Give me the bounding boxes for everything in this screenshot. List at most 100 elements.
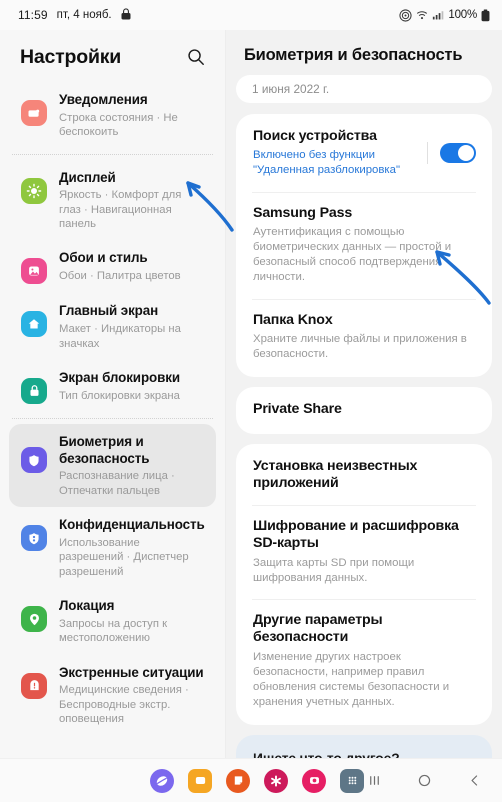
notes-icon[interactable] bbox=[226, 768, 250, 793]
sidebar-item-notifications[interactable]: Уведомления Строка состояния · Не беспоко… bbox=[9, 82, 216, 149]
row-subtitle: Изменение других настроек безопасности, … bbox=[253, 650, 450, 709]
sidebar-item-sublabel: Макет · Индикаторы на значках bbox=[59, 323, 181, 350]
row-find-device[interactable]: Поиск устройства Включено без функции "У… bbox=[236, 116, 492, 192]
star-icon[interactable] bbox=[264, 768, 288, 793]
sidebar-item-label: Главный экран bbox=[59, 303, 159, 319]
sidebar-item-text: Дисплей Яркость · Комфорт для глаз · Нави… bbox=[59, 169, 206, 232]
status-bar: 11:59 пт, 4 нояб. 100% bbox=[0, 0, 502, 30]
sidebar-item-emergency[interactable]: Экстренные ситуации Медицинские сведения … bbox=[9, 655, 216, 736]
sidebar-item-display[interactable]: Дисплей Яркость · Комфорт для глаз · Нави… bbox=[9, 160, 216, 241]
phone-screen: 11:59 пт, 4 нояб. 100% Настройки Уведомл… bbox=[0, 0, 502, 802]
emergency-icon bbox=[21, 672, 47, 699]
sidebar-item-sublabel: Обои · Палитра цветов bbox=[59, 270, 181, 283]
sidebar-item-text: Конфиденциальность Использование разрешен… bbox=[59, 516, 206, 579]
info-card-title: Ищете что-то другое? bbox=[236, 737, 492, 758]
lock-icon bbox=[121, 7, 131, 23]
sidebar-item-home-screen[interactable]: Главный экран Макет · Индикаторы на значк… bbox=[9, 293, 216, 360]
row-private-share[interactable]: Private Share bbox=[236, 389, 492, 431]
shield-icon bbox=[21, 447, 47, 473]
back-chevron-icon[interactable] bbox=[464, 771, 484, 791]
sidebar-item-lock-screen[interactable]: Экран блокировки Тип блокировки экрана bbox=[9, 360, 216, 413]
sidebar-item-text: Уведомления Строка состояния · Не беспоко… bbox=[59, 91, 206, 140]
status-date: пт, 4 нояб. bbox=[56, 9, 112, 21]
sidebar-item-sublabel: Строка состояния · Не беспокоить bbox=[59, 111, 178, 139]
page-title: Настройки bbox=[20, 45, 122, 68]
security-card-secondary: Установка неизвестных приложений Шифрова… bbox=[236, 443, 492, 726]
nfc-icon bbox=[399, 8, 412, 22]
sidebar-separator bbox=[12, 418, 213, 419]
sidebar-item-sublabel: Медицинские сведения · Беспроводные экст… bbox=[59, 684, 189, 726]
sidebar-item-text: Обои и стиль Обои · Палитра цветов bbox=[59, 249, 206, 283]
sidebar-item-text: Локация Запросы на доступ к местоположени… bbox=[59, 597, 206, 646]
wifi-icon bbox=[416, 9, 428, 21]
find-device-toggle[interactable] bbox=[440, 143, 476, 164]
navigation-bar bbox=[364, 771, 484, 791]
sidebar-item-label: Локация bbox=[59, 598, 115, 614]
row-title: Другие параметры безопасности bbox=[253, 612, 383, 646]
browser-icon[interactable] bbox=[150, 768, 174, 793]
sidebar-item-privacy[interactable]: Конфиденциальность Использование разрешен… bbox=[9, 507, 216, 588]
find-device-toggle-wrap bbox=[415, 142, 476, 165]
row-title: Шифрование и расшифровка SD-карты bbox=[253, 518, 459, 552]
sidebar-item-label: Дисплей bbox=[59, 169, 116, 185]
sidebar-item-wallpaper[interactable]: Обои и стиль Обои · Палитра цветов bbox=[9, 240, 216, 293]
sidebar-item-sublabel: Тип блокировки экрана bbox=[59, 389, 180, 402]
sidebar-item-label: Экран блокировки bbox=[59, 370, 180, 385]
battery-icon bbox=[481, 9, 490, 22]
toggle-knob bbox=[458, 145, 474, 162]
security-card-private-share: Private Share bbox=[236, 387, 492, 434]
settings-sidebar: Настройки Уведомления Строка состояния · … bbox=[0, 30, 225, 758]
brightness-icon bbox=[21, 177, 47, 204]
sidebar-item-label: Экстренные ситуации bbox=[59, 664, 204, 680]
detail-title: Биометрия и безопасность bbox=[244, 46, 463, 64]
camera-icon[interactable] bbox=[302, 768, 326, 793]
sidebar-item-text: Главный экран Макет · Индикаторы на значк… bbox=[59, 302, 206, 351]
recents-icon[interactable] bbox=[364, 771, 384, 791]
battery-percent: 100% bbox=[448, 9, 477, 21]
sidebar-item-label: Обои и стиль bbox=[59, 250, 148, 266]
sidebar-item-sublabel: Запросы на доступ к местоположению bbox=[59, 617, 168, 645]
sidebar-item-biometrics[interactable]: Биометрия и безопасность Распознавание ли… bbox=[9, 424, 216, 508]
apps-grid-icon[interactable] bbox=[340, 768, 364, 793]
sidebar-item-location[interactable]: Локация Запросы на доступ к местоположени… bbox=[9, 588, 216, 655]
sidebar-item-text: Биометрия и безопасность Распознавание ли… bbox=[59, 433, 206, 498]
detail-header: Биометрия и безопасность bbox=[226, 30, 502, 75]
sidebar-item-sublabel: Яркость · Комфорт для глаз · Навигационн… bbox=[59, 189, 182, 231]
date-pill: 1 июня 2022 г. bbox=[236, 75, 492, 103]
signal-icon bbox=[432, 9, 444, 21]
sidebar-item-sublabel: Распознавание лица · Отпечатки пальцев bbox=[59, 470, 175, 497]
gallery-icon[interactable] bbox=[188, 768, 212, 793]
sidebar-menu: Уведомления Строка состояния · Не беспоко… bbox=[0, 82, 225, 746]
row-subtitle: Защита карты SD при помощи шифрования да… bbox=[253, 556, 415, 584]
sidebar-item-sublabel: Использование разрешений · Диспетчер раз… bbox=[59, 536, 189, 578]
sidebar-separator bbox=[12, 153, 213, 155]
home-icon bbox=[21, 311, 47, 338]
row-knox-folder[interactable]: Папка Knox Храните личные файлы и прилож… bbox=[236, 300, 492, 376]
sidebar-item-label: Конфиденциальность bbox=[59, 517, 205, 533]
row-title: Поиск устройства bbox=[253, 128, 377, 144]
sidebar-item-text: Экстренные ситуации Медицинские сведения … bbox=[59, 664, 206, 727]
looking-for-something-else-card: Ищете что-то другое? Тип блокировки экра… bbox=[236, 735, 492, 758]
search-icon[interactable] bbox=[183, 44, 209, 70]
row-unknown-apps[interactable]: Установка неизвестных приложений bbox=[236, 446, 492, 506]
row-subtitle: Храните личные файлы и приложения в безо… bbox=[253, 332, 467, 361]
status-time: 11:59 bbox=[18, 8, 48, 22]
row-other-security[interactable]: Другие параметры безопасности Изменение … bbox=[236, 600, 492, 723]
toggle-separator bbox=[427, 142, 428, 165]
home-circle-icon[interactable] bbox=[414, 771, 434, 791]
location-pin-icon bbox=[21, 606, 47, 633]
row-title: Private Share bbox=[253, 401, 342, 418]
privacy-shield-icon bbox=[21, 525, 47, 552]
row-subtitle: Аутентификация с помощью биометрических … bbox=[253, 225, 452, 284]
sidebar-item-label: Уведомления bbox=[59, 92, 148, 107]
sidebar-item-label: Биометрия и безопасность bbox=[59, 434, 150, 466]
detail-panel: Биометрия и безопасность 1 июня 2022 г. … bbox=[226, 30, 502, 758]
row-samsung-pass[interactable]: Samsung Pass Аутентификация с помощью би… bbox=[236, 193, 492, 299]
content-area: Настройки Уведомления Строка состояния · … bbox=[0, 30, 502, 758]
row-sd-encryption[interactable]: Шифрование и расшифровка SD-карты Защита… bbox=[236, 506, 492, 599]
sidebar-header: Настройки bbox=[0, 30, 225, 82]
security-card-primary: Поиск устройства Включено без функции "У… bbox=[236, 114, 492, 378]
bell-icon bbox=[21, 100, 47, 126]
row-title: Samsung Pass bbox=[253, 204, 353, 221]
image-icon bbox=[21, 258, 47, 285]
